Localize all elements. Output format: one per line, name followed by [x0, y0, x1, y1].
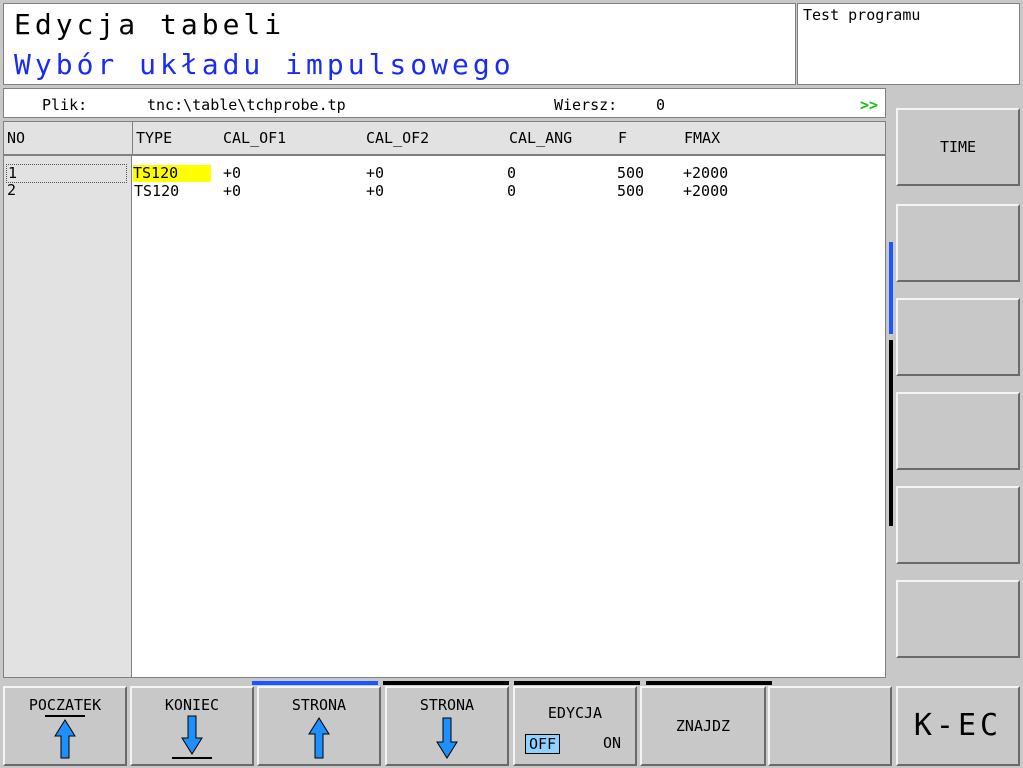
- page-subtitle: Wybór układu impulsowego: [14, 48, 515, 81]
- table-cell-f[interactable]: 500: [617, 183, 644, 200]
- column-header-fmax: FMAX: [684, 129, 721, 147]
- more-arrow-icon[interactable]: >>: [860, 96, 878, 114]
- side-softkey-5[interactable]: [896, 486, 1020, 564]
- mode-panel: Test programu: [797, 3, 1020, 85]
- table-cell-cal-of1[interactable]: +0: [223, 165, 241, 182]
- file-label: Plik:: [42, 96, 88, 114]
- table-cell-fmax[interactable]: +2000: [683, 165, 728, 182]
- table-header: NO TYPE CAL_OF1 CAL_OF2 CAL_ANG F FMAX: [4, 122, 885, 156]
- koniec-button[interactable]: KONIEC: [130, 686, 254, 766]
- arrow-to-bottom-icon: [172, 715, 212, 759]
- scrollbar-track[interactable]: [889, 340, 893, 526]
- poczatek-label: POCZATEK: [28, 696, 102, 714]
- side-softkey-4[interactable]: [896, 392, 1020, 470]
- znajdz-button[interactable]: ZNAJDZ: [640, 686, 766, 766]
- koniec-label: KONIEC: [164, 696, 220, 714]
- empty-softkey[interactable]: [768, 686, 892, 766]
- file-path: tnc:\table\tchprobe.tp: [147, 96, 346, 114]
- page-title: Edycja tabeli: [14, 8, 286, 41]
- side-softkey-6[interactable]: [896, 580, 1020, 658]
- side-softkey-2[interactable]: [896, 204, 1020, 282]
- tool-table: NO TYPE CAL_OF1 CAL_OF2 CAL_ANG F FMAX 1…: [3, 121, 886, 678]
- k-ec-label: K-EC: [913, 708, 1003, 743]
- file-info-bar: Plik: tnc:\table\tchprobe.tp Wiersz: 0 >…: [3, 88, 886, 118]
- column-header-cal-of1: CAL_OF1: [223, 129, 287, 147]
- strona-up-button[interactable]: STRONA: [257, 686, 381, 766]
- column-header-type: TYPE: [136, 129, 173, 147]
- header-panel: Edycja tabeli Wybór układu impulsowego: [3, 3, 796, 85]
- column-header-cal-ang: CAL_ANG: [509, 129, 573, 147]
- row-number-column: [4, 122, 132, 677]
- table-cell-fmax[interactable]: +2000: [683, 183, 728, 200]
- table-cell-f[interactable]: 500: [617, 165, 644, 182]
- side-softkey-3[interactable]: [896, 298, 1020, 376]
- column-header-cal-of2: CAL_OF2: [366, 129, 430, 147]
- scrollbar-thumb[interactable]: [889, 242, 893, 334]
- table-cell-cal-of2[interactable]: +0: [366, 165, 384, 182]
- time-softkey[interactable]: TIME: [896, 108, 1020, 186]
- softkey-bar-active: [252, 681, 378, 685]
- column-header-no: NO: [7, 129, 26, 147]
- poczatek-button[interactable]: POCZATEK: [3, 686, 127, 766]
- table-cell-cal-of1[interactable]: +0: [223, 183, 241, 200]
- row-number-cell[interactable]: 1: [6, 164, 127, 183]
- column-header-f: F: [618, 129, 628, 147]
- arrow-up-icon: [308, 717, 330, 759]
- arrow-to-top-icon: [45, 715, 85, 759]
- edycja-on-option[interactable]: ON: [603, 734, 621, 752]
- row-value: 0: [656, 96, 666, 114]
- side-softkey-strip: [890, 88, 1020, 106]
- softkey-bar: [646, 681, 772, 685]
- softkey-bar: [383, 681, 509, 685]
- arrow-down-icon: [436, 717, 458, 759]
- table-cell-type-selected[interactable]: TS120: [133, 165, 212, 182]
- row-label: Wiersz:: [554, 96, 618, 114]
- table-cell-cal-ang[interactable]: 0: [507, 165, 516, 182]
- softkey-bar: [514, 681, 640, 685]
- edycja-label: EDYCJA: [547, 704, 603, 722]
- k-ec-button[interactable]: K-EC: [896, 686, 1020, 766]
- edycja-toggle[interactable]: EDYCJA OFF ON: [513, 686, 637, 766]
- znajdz-label: ZNAJDZ: [675, 717, 731, 735]
- table-cell-type[interactable]: TS120: [134, 183, 179, 200]
- table-cell-cal-of2[interactable]: +0: [366, 183, 384, 200]
- strona-down-label: STRONA: [419, 696, 475, 714]
- mode-label: Test programu: [803, 6, 921, 24]
- strona-up-label: STRONA: [291, 696, 347, 714]
- edycja-off-option[interactable]: OFF: [525, 734, 561, 754]
- table-cell-cal-ang[interactable]: 0: [507, 183, 516, 200]
- strona-down-button[interactable]: STRONA: [385, 686, 509, 766]
- column-divider: [132, 122, 133, 156]
- row-number-cell[interactable]: 2: [6, 182, 127, 199]
